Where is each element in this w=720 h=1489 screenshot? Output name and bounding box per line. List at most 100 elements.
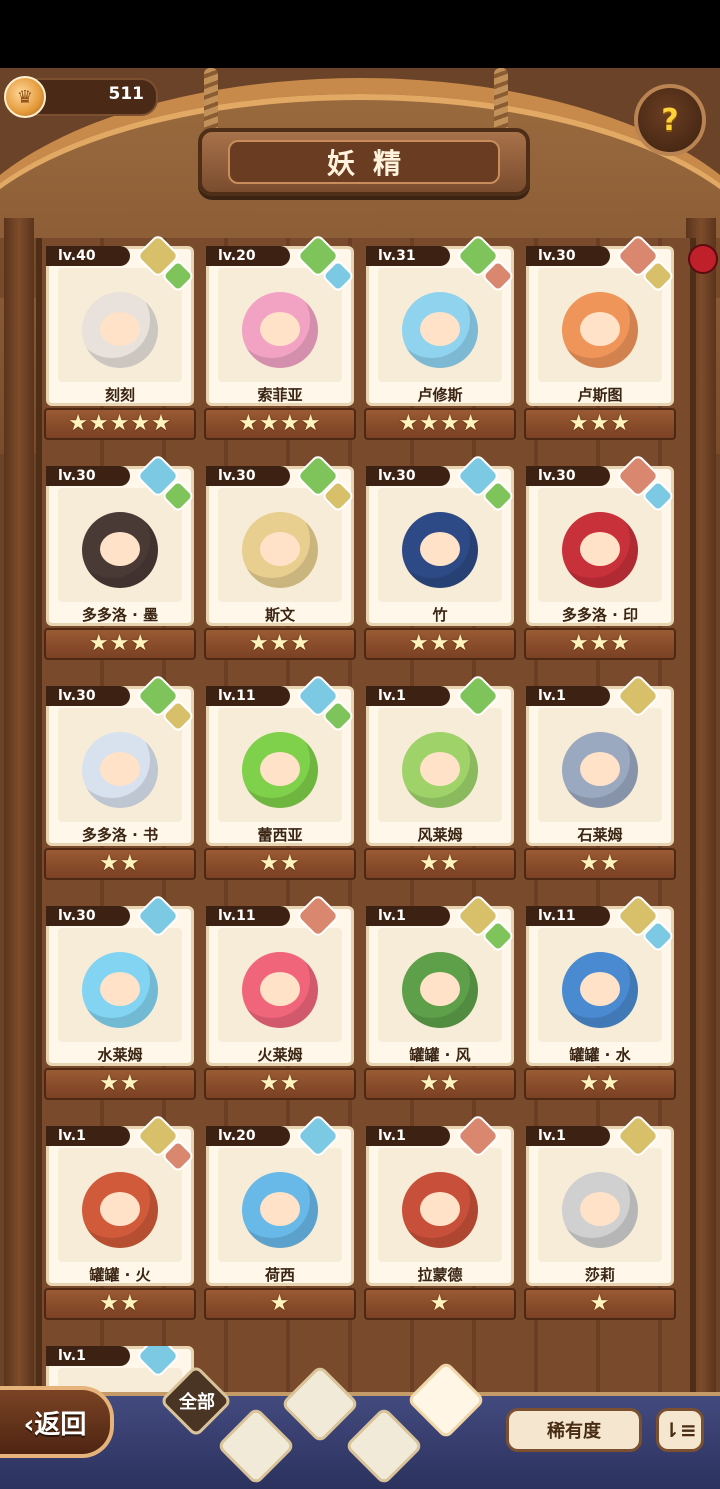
fairy-face	[420, 312, 460, 346]
fairy-portrait	[218, 1148, 342, 1262]
card-star-rating: ★★★	[364, 628, 516, 660]
card-name: 水莱姆	[97, 1046, 143, 1064]
sort-order-button[interactable]: ⇂≡	[656, 1408, 704, 1452]
fairy-card[interactable]: lv.30 水莱姆 ★★	[44, 893, 196, 1106]
card-level: lv.30	[526, 246, 610, 266]
card-name: 火莱姆	[257, 1046, 303, 1064]
fairy-face	[580, 532, 620, 566]
card-name: 拉蒙德	[417, 1266, 463, 1284]
card-level: lv.20	[206, 246, 290, 266]
card-level: lv.1	[526, 1126, 610, 1146]
fairy-card[interactable]: lv.1 罐罐 · 风 ★★	[364, 893, 516, 1106]
fairy-face	[580, 752, 620, 786]
fairy-card[interactable]: lv.1 拉蒙德 ★	[364, 1113, 516, 1326]
fairy-card[interactable]: lv.1 罐罐 · 火 ★★	[44, 1113, 196, 1326]
title-board: 妖精	[198, 128, 530, 196]
fairy-card[interactable]: lv.1 石莱姆 ★★	[524, 673, 676, 886]
card-name: 莎莉	[584, 1266, 615, 1284]
fairy-portrait	[378, 928, 502, 1042]
card-level: lv.31	[366, 246, 450, 266]
fairy-portrait	[378, 708, 502, 822]
fairy-card[interactable]: lv.31 卢修斯 ★★★★	[364, 233, 516, 446]
fairy-portrait	[538, 268, 662, 382]
card-level: lv.40	[46, 246, 130, 266]
fairy-card[interactable]: lv.20 荷西 ★	[204, 1113, 356, 1326]
fairy-portrait	[218, 488, 342, 602]
fairy-face	[100, 752, 140, 786]
card-level: lv.30	[46, 686, 130, 706]
fairy-card[interactable]: lv.30 斯文 ★★★	[204, 453, 356, 666]
card-name: 荷西	[264, 1266, 295, 1284]
rarity-sort-button[interactable]: 稀有度	[506, 1408, 642, 1452]
fairy-card[interactable]: lv.1 莎莉 ★	[524, 1113, 676, 1326]
fairy-card[interactable]: lv.30 多多洛 · 墨 ★★★	[44, 453, 196, 666]
card-level: lv.11	[206, 906, 290, 926]
fairy-card[interactable]: lv.30 多多洛 · 书 ★★	[44, 673, 196, 886]
fairy-portrait	[218, 268, 342, 382]
card-name: 罐罐 · 风	[409, 1046, 471, 1064]
card-name: 斯文	[264, 606, 295, 624]
card-name: 索菲亚	[257, 386, 303, 404]
card-level: lv.30	[206, 466, 290, 486]
card-level: lv.1	[46, 1126, 130, 1146]
tab-all[interactable]: 全部	[159, 1364, 234, 1438]
card-name: 刻刻	[104, 386, 135, 404]
card-star-rating: ★★★★★	[44, 408, 196, 440]
card-level: lv.1	[366, 1126, 450, 1146]
card-star-rating: ★★	[44, 1068, 196, 1100]
fairy-card[interactable]: lv.11 火莱姆 ★★	[204, 893, 356, 1106]
card-name: 风莱姆	[417, 826, 463, 844]
help-button[interactable]: ?	[634, 84, 706, 156]
left-post	[4, 218, 34, 1478]
fairy-portrait	[378, 1148, 502, 1262]
card-level: lv.11	[526, 906, 610, 926]
card-level: lv.11	[206, 686, 290, 706]
card-star-rating: ★★★★	[364, 408, 516, 440]
question-sprout-icon: ?	[661, 102, 679, 138]
card-name: 卢修斯	[417, 386, 463, 404]
back-button[interactable]: ‹返回	[0, 1386, 114, 1458]
card-star-rating: ★★★	[44, 628, 196, 660]
fairy-portrait	[378, 268, 502, 382]
card-star-rating: ★★	[204, 1068, 356, 1100]
fairy-card[interactable]: lv.20 索菲亚 ★★★★	[204, 233, 356, 446]
fairy-card[interactable]: lv.11 蕾西亚 ★★	[204, 673, 356, 886]
card-level: lv.1	[526, 686, 610, 706]
fairy-card[interactable]: lv.30 多多洛 · 印 ★★★	[524, 453, 676, 666]
fairy-portrait	[538, 708, 662, 822]
card-star-rating: ★★★★	[204, 408, 356, 440]
card-star-rating: ★★	[524, 1068, 676, 1100]
fairy-face	[420, 752, 460, 786]
ladybug-icon[interactable]	[688, 244, 718, 274]
fairy-portrait	[58, 488, 182, 602]
fairy-card[interactable]: lv.40 刻刻 ★★★★★	[44, 233, 196, 446]
card-name: 多多洛 · 书	[81, 826, 159, 844]
fairy-portrait	[58, 268, 182, 382]
fairy-face	[420, 1192, 460, 1226]
fairy-face	[580, 972, 620, 1006]
card-level: lv.20	[206, 1126, 290, 1146]
fairy-portrait	[58, 928, 182, 1042]
fairy-face	[260, 1192, 300, 1226]
card-star-rating: ★★	[524, 848, 676, 880]
card-name: 卢斯图	[577, 386, 623, 404]
fairy-card[interactable]: lv.11 罐罐 · 水 ★★	[524, 893, 676, 1106]
fairy-face	[100, 1192, 140, 1226]
fairy-card[interactable]: lv.1 风莱姆 ★★	[364, 673, 516, 886]
fairy-face	[420, 972, 460, 1006]
fairy-portrait	[58, 708, 182, 822]
card-star-rating: ★	[204, 1288, 356, 1320]
card-star-rating: ★★★	[524, 628, 676, 660]
card-level: lv.1	[46, 1346, 130, 1366]
page-title: 妖精	[326, 147, 419, 180]
fairy-face	[100, 972, 140, 1006]
fairy-face	[260, 312, 300, 346]
fairy-card[interactable]: lv.30 竹 ★★★	[364, 453, 516, 666]
card-name: 多多洛 · 印	[561, 606, 639, 624]
fairy-card[interactable]: lv.30 卢斯图 ★★★	[524, 233, 676, 446]
fairy-portrait	[218, 928, 342, 1042]
card-name: 罐罐 · 火	[89, 1266, 151, 1284]
fairy-face	[100, 532, 140, 566]
sort-icon: ⇂≡	[663, 1418, 697, 1442]
card-level: lv.30	[526, 466, 610, 486]
